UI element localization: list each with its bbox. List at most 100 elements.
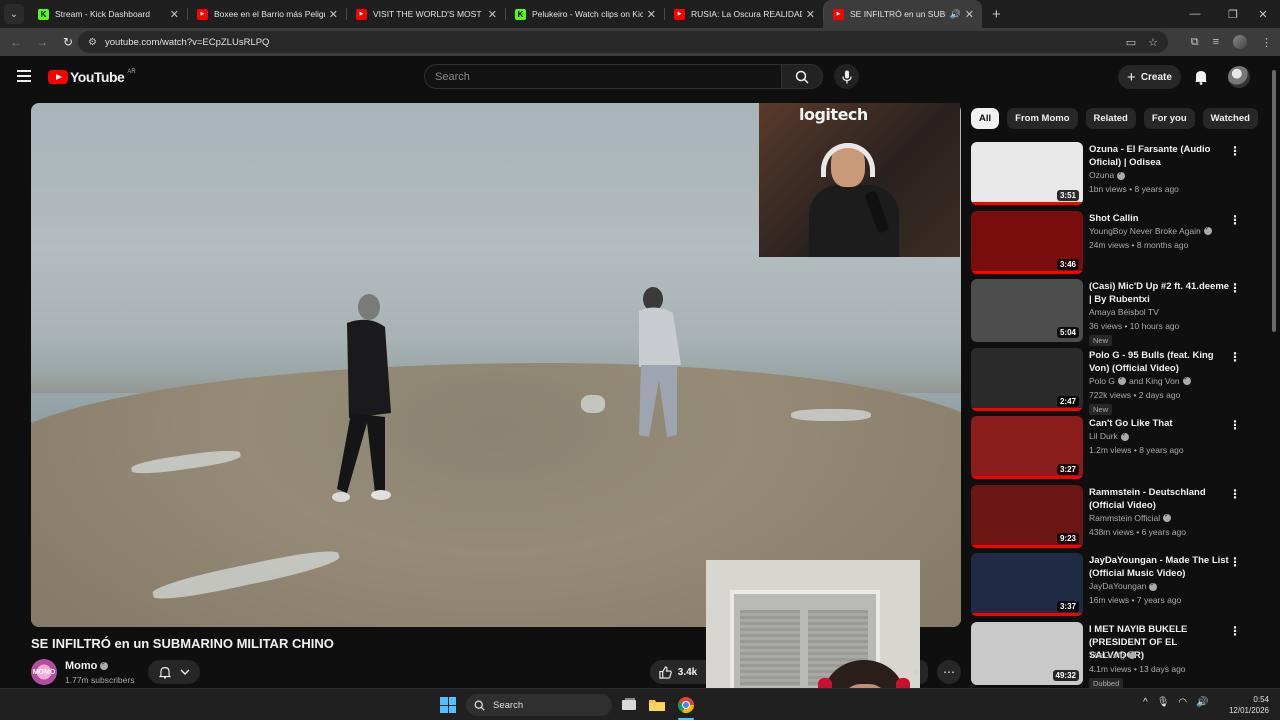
more-options-icon[interactable]: ⋮: [1229, 350, 1241, 364]
recommendation-title[interactable]: Ozuna - El Farsante (Audio Oficial) | Od…: [1089, 143, 1231, 169]
browser-tab[interactable]: ▶ SE INFILTRÓ en un SUBMARINO 🔊 ✕: [823, 0, 982, 28]
recommendation-channel[interactable]: TheGrefg: [1089, 649, 1136, 660]
create-button[interactable]: + Create: [1118, 65, 1181, 89]
filter-chip[interactable]: Related: [1085, 108, 1136, 129]
volume-icon[interactable]: 🔊: [1196, 697, 1208, 708]
video-thumbnail[interactable]: 2:47: [971, 347, 1083, 411]
more-options-icon[interactable]: ⋮: [1229, 144, 1241, 158]
chevron-up-icon[interactable]: ^: [1143, 697, 1148, 708]
task-view-icon[interactable]: [620, 696, 638, 714]
video-thumbnail[interactable]: 3:37: [971, 553, 1083, 616]
recommendation-title[interactable]: (Casi) Mic'D Up #2 ft. 41.deeme | By Rub…: [1089, 280, 1231, 306]
back-icon[interactable]: ←: [4, 30, 28, 54]
tab-close-icon[interactable]: ✕: [488, 8, 497, 21]
browser-tab[interactable]: K Stream - Kick Dashboard ✕: [28, 0, 187, 28]
notifications-button[interactable]: [1190, 66, 1212, 88]
recommendation-item[interactable]: 3:51 Ozuna - El Farsante (Audio Oficial) …: [971, 142, 1251, 206]
video-thumbnail[interactable]: 5:04: [971, 279, 1083, 342]
recommendation-item[interactable]: 5:04 (Casi) Mic'D Up #2 ft. 41.deeme | By…: [971, 279, 1251, 346]
video-thumbnail[interactable]: 3:27: [971, 416, 1083, 479]
network-icon[interactable]: ◠: [1178, 697, 1187, 708]
video-thumbnail[interactable]: 3:46: [971, 210, 1083, 274]
forward-icon[interactable]: →: [30, 30, 54, 54]
recommendation-channel[interactable]: Lil Durk: [1089, 431, 1129, 441]
guide-menu-icon[interactable]: [17, 70, 31, 82]
recommendation-title[interactable]: Shot Callin: [1089, 212, 1231, 225]
filter-chip[interactable]: From Momo: [1007, 108, 1078, 129]
recommendation-channel[interactable]: JayDaYoungan: [1089, 581, 1158, 591]
new-tab-button[interactable]: +: [992, 6, 1001, 23]
tab-close-icon[interactable]: ✕: [329, 8, 338, 21]
tab-close-icon[interactable]: ✕: [170, 8, 179, 21]
like-button[interactable]: 3.4k: [650, 660, 706, 684]
browser-tab[interactable]: ▶ Boxee en el Barrio más Peligroso ✕: [187, 0, 346, 28]
address-bar[interactable]: ⚙ youtube.com/watch?v=ECpZLUsRLPQ ▭ ☆: [78, 31, 1168, 53]
filter-chip[interactable]: Watched: [1202, 108, 1258, 129]
account-avatar[interactable]: [1228, 66, 1250, 88]
windows-start-icon[interactable]: [440, 697, 456, 713]
recommendation-title[interactable]: Polo G - 95 Bulls (feat. King Von) (Offi…: [1089, 349, 1231, 375]
browser-tab[interactable]: ▶ RUSIA: La Oscura REALIDAD de ✕: [664, 0, 823, 28]
video-thumbnail[interactable]: 3:51: [971, 142, 1083, 205]
microphone-tray-icon[interactable]: 🎙: [1157, 697, 1170, 708]
search-input[interactable]: [435, 70, 781, 83]
cast-icon[interactable]: ▭: [1126, 36, 1136, 49]
tab-close-icon[interactable]: ✕: [965, 8, 974, 21]
more-options-icon[interactable]: ⋮: [1229, 487, 1241, 501]
recommendation-channel[interactable]: YoungBoy Never Broke Again: [1089, 225, 1212, 236]
more-options-icon[interactable]: ⋮: [1229, 624, 1241, 638]
page-scrollbar[interactable]: [1271, 58, 1277, 688]
taskbar-search[interactable]: Search: [466, 694, 612, 716]
more-options-icon[interactable]: ⋮: [1229, 418, 1241, 432]
more-actions-button[interactable]: ⋯: [937, 660, 961, 684]
browser-tab[interactable]: ▶ VISIT THE WORLD'S MOST HUMAN ✕: [346, 0, 505, 28]
share-button[interactable]: [920, 660, 928, 684]
taskbar-clock[interactable]: 0:54 12/01/2026: [1225, 694, 1269, 716]
more-options-icon[interactable]: ⋮: [1229, 281, 1241, 295]
more-options-icon[interactable]: ⋮: [1229, 213, 1241, 227]
bookmark-star-icon[interactable]: ☆: [1148, 36, 1158, 49]
filter-chip[interactable]: All: [971, 108, 1000, 129]
reload-icon[interactable]: ↻: [56, 30, 80, 54]
recommendation-channel[interactable]: Ozuna: [1089, 170, 1126, 180]
recommendation-item[interactable]: 3:46 Shot Callin YoungBoy Never Broke Agai…: [971, 210, 1251, 275]
search-button[interactable]: [781, 64, 823, 89]
minimize-icon[interactable]: —: [1178, 0, 1212, 28]
channel-name-link[interactable]: Momo: [65, 660, 109, 672]
recommendation-item[interactable]: 49:32 I MET NAYIB BUKELE (PRESIDENT OF EL…: [971, 621, 1251, 689]
browser-menu-icon[interactable]: ⋮: [1261, 36, 1272, 49]
more-options-icon[interactable]: ⋮: [1229, 555, 1241, 569]
recommendation-title[interactable]: JayDaYoungan - Made The List (Official M…: [1089, 554, 1231, 580]
tab-audio-icon[interactable]: 🔊: [950, 9, 961, 20]
recommendation-channel[interactable]: Amaya Béisbol TV: [1089, 307, 1159, 317]
maximize-icon[interactable]: ❐: [1216, 0, 1250, 28]
window-close-icon[interactable]: ✕: [1246, 0, 1280, 28]
video-thumbnail[interactable]: 49:32: [971, 621, 1083, 685]
webcam-logitech-sign: logitech: [799, 105, 868, 124]
video-thumbnail[interactable]: 9:23: [971, 484, 1083, 548]
tab-search-chevron-icon[interactable]: ⌄: [4, 4, 24, 24]
browser-profile-avatar[interactable]: [1233, 35, 1247, 49]
reading-list-icon[interactable]: ≡: [1213, 36, 1219, 48]
recommendation-item[interactable]: 3:37 JayDaYoungan - Made The List (Offici…: [971, 553, 1251, 617]
chrome-icon[interactable]: [677, 696, 695, 714]
tab-close-icon[interactable]: ✕: [806, 8, 815, 21]
site-info-icon[interactable]: ⚙: [88, 37, 97, 48]
recommendation-item[interactable]: 3:27 Can't Go Like ThatLil Durk 1.2m views…: [971, 416, 1251, 480]
youtube-logo[interactable]: YouTube AR: [48, 69, 136, 85]
file-explorer-icon[interactable]: [648, 696, 666, 714]
channel-avatar[interactable]: MOMO: [31, 659, 57, 685]
filter-chip[interactable]: For you: [1143, 108, 1195, 129]
browser-tab[interactable]: K Pelukeiro - Watch clips on Kick ✕: [505, 0, 664, 28]
notification-bell-dropdown[interactable]: [148, 660, 200, 684]
scrollbar-thumb[interactable]: [1272, 70, 1276, 332]
extensions-icon[interactable]: ⧉: [1191, 36, 1199, 49]
recommendation-title[interactable]: Rammstein - Deutschland (Official Video): [1089, 486, 1231, 512]
recommendation-channel[interactable]: Rammstein Official: [1089, 512, 1172, 523]
voice-search-button[interactable]: [834, 64, 859, 89]
recommendation-channel[interactable]: Polo G and King Von: [1089, 375, 1191, 386]
recommendation-item[interactable]: 9:23 Rammstein - Deutschland (Official Vi…: [971, 484, 1251, 549]
tab-close-icon[interactable]: ✕: [647, 8, 656, 21]
recommendation-title[interactable]: Can't Go Like That: [1089, 417, 1231, 430]
recommendation-item[interactable]: 2:47 Polo G - 95 Bulls (feat. King Von) (…: [971, 347, 1251, 415]
